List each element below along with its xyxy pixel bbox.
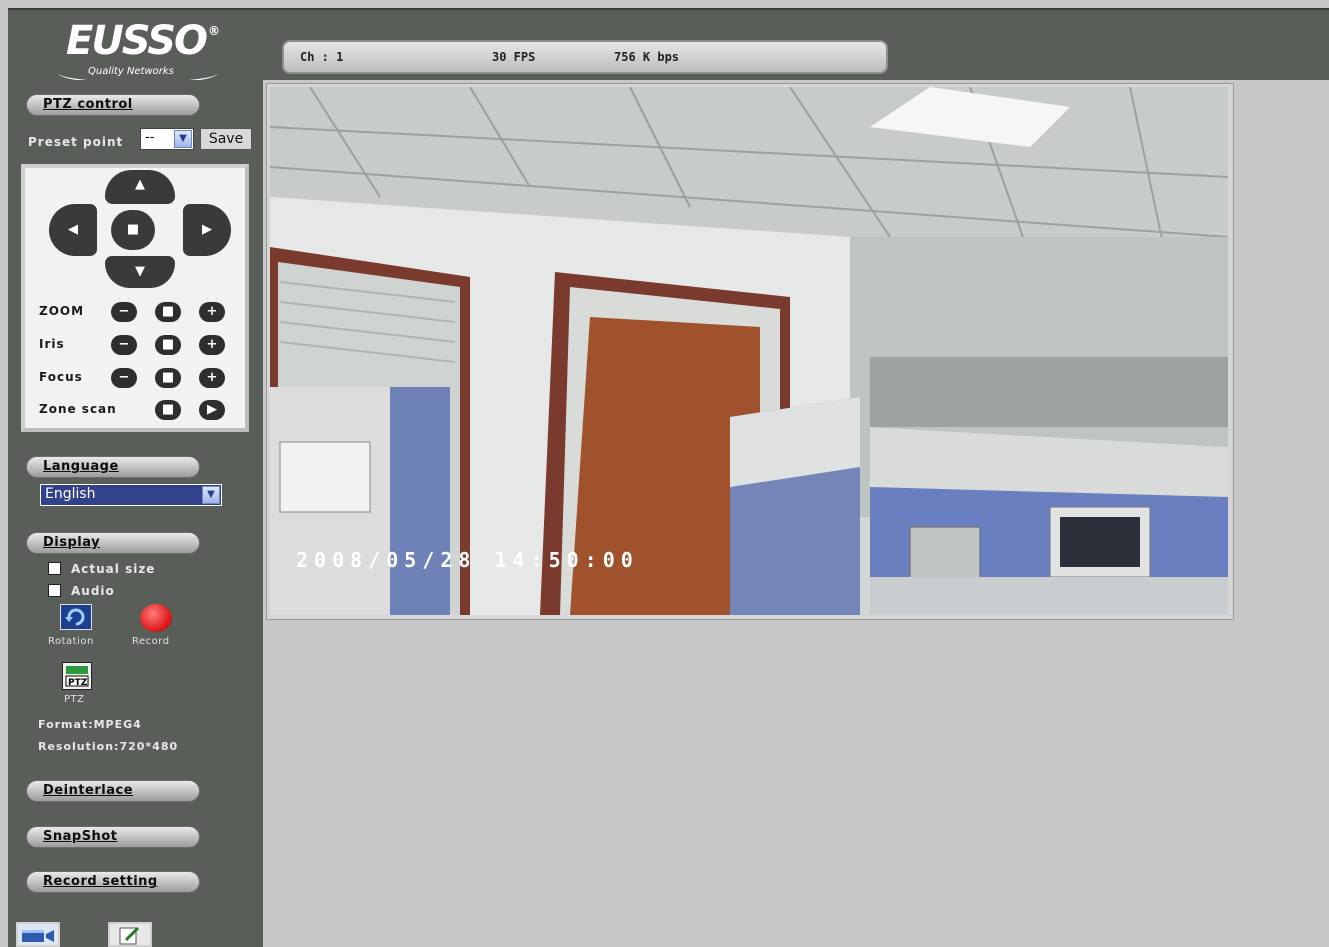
zoom-label: ZOOM [39,304,85,318]
record-label: Record [132,636,170,647]
eusso-logo: EUSSO ® Quality Networks [58,18,228,84]
ptz-control-label: PTZ control [43,97,133,112]
stream-status-bar: Ch : 1 30 FPS 756 K bps [282,40,888,74]
pan-up-button[interactable]: ▲ [105,170,175,204]
save-preset-button[interactable]: Save [200,128,252,150]
iris-stop-button[interactable]: ■ [155,335,181,355]
ptz-icon-text: PTZ [68,678,88,688]
pan-down-button[interactable]: ▼ [105,256,175,288]
logo-registered: ® [208,24,220,38]
fps-indicator: 30 FPS [492,50,536,64]
deinterlace-button[interactable]: Deinterlace [26,780,200,802]
channel-indicator: Ch : 1 [300,50,344,64]
timestamp-overlay: 2008/05/28 14:50:00 [296,548,639,572]
preset-point-select[interactable]: -- ▼ [140,128,194,150]
video-settings-icon[interactable] [16,922,60,947]
rotation-icon[interactable] [60,604,92,630]
audio-checkbox[interactable] [48,584,61,597]
preset-point-value: -- [145,130,155,145]
pan-left-button[interactable]: ◀ [49,204,97,256]
pan-stop-button[interactable]: ■ [111,210,155,250]
ptz-icon[interactable]: PTZ [62,662,92,690]
format-info: Format:MPEG4 [38,718,142,731]
iris-label: Iris [39,337,65,351]
focus-label: Focus [39,370,83,384]
focus-far-button[interactable]: + [199,368,225,388]
pan-right-button[interactable]: ▶ [183,204,231,256]
edit-icon[interactable] [108,922,152,947]
zoom-in-button[interactable]: + [199,302,225,322]
record-setting-button[interactable]: Record setting [26,871,200,893]
language-button[interactable]: Language [26,456,200,478]
arrow-down-icon: ▼ [135,264,145,279]
snapshot-button[interactable]: SnapShot [26,826,200,848]
ptz-control-button[interactable]: PTZ control [26,94,200,116]
ptz-control-panel: ▲ ◀ ■ ▶ ▼ ZOOM − ■ + Iris − ■ + Focus − … [21,164,249,432]
deinterlace-label: Deinterlace [43,783,134,798]
language-select[interactable]: English ▼ [40,484,222,506]
record-icon[interactable] [140,604,172,632]
rotation-label: Rotation [48,636,94,647]
zone-scan-label: Zone scan [39,402,117,416]
arrow-right-icon: ▶ [202,222,212,237]
camera-feed [270,87,1228,615]
stop-icon: ■ [126,222,140,237]
zone-scan-play-button[interactable]: ▶ [199,400,225,420]
display-label: Display [43,535,101,550]
iris-close-button[interactable]: − [111,335,137,355]
sidebar: PTZ control Preset point -- ▼ Save ▲ ◀ ■… [8,80,263,947]
language-label: Language [43,459,119,474]
chevron-down-icon[interactable]: ▼ [202,486,220,504]
preset-point-label: Preset point [28,135,124,149]
record-setting-label: Record setting [43,874,158,889]
iris-open-button[interactable]: + [199,335,225,355]
zoom-out-button[interactable]: − [111,302,137,322]
header-bar: EUSSO ® Quality Networks Ch : 1 30 FPS 7… [8,8,1329,84]
snapshot-label: SnapShot [43,829,118,844]
actual-size-checkbox[interactable] [48,562,61,575]
language-value: English [45,486,96,502]
zoom-stop-button[interactable]: ■ [155,302,181,322]
logo-tagline: Quality Networks [88,66,174,77]
zone-scan-stop-button[interactable]: ■ [155,400,181,420]
focus-stop-button[interactable]: ■ [155,368,181,388]
actual-size-label: Actual size [71,562,156,576]
arrow-up-icon: ▲ [135,177,145,192]
display-button[interactable]: Display [26,532,200,554]
chevron-down-icon[interactable]: ▼ [174,130,192,148]
video-viewport[interactable] [266,83,1234,620]
logo-brand: EUSSO [66,18,208,64]
audio-label: Audio [71,584,115,598]
ptz-label: PTZ [64,694,85,705]
arrow-left-icon: ◀ [68,222,78,237]
bitrate-indicator: 756 K bps [614,50,680,64]
focus-near-button[interactable]: − [111,368,137,388]
resolution-info: Resolution:720*480 [38,740,179,753]
